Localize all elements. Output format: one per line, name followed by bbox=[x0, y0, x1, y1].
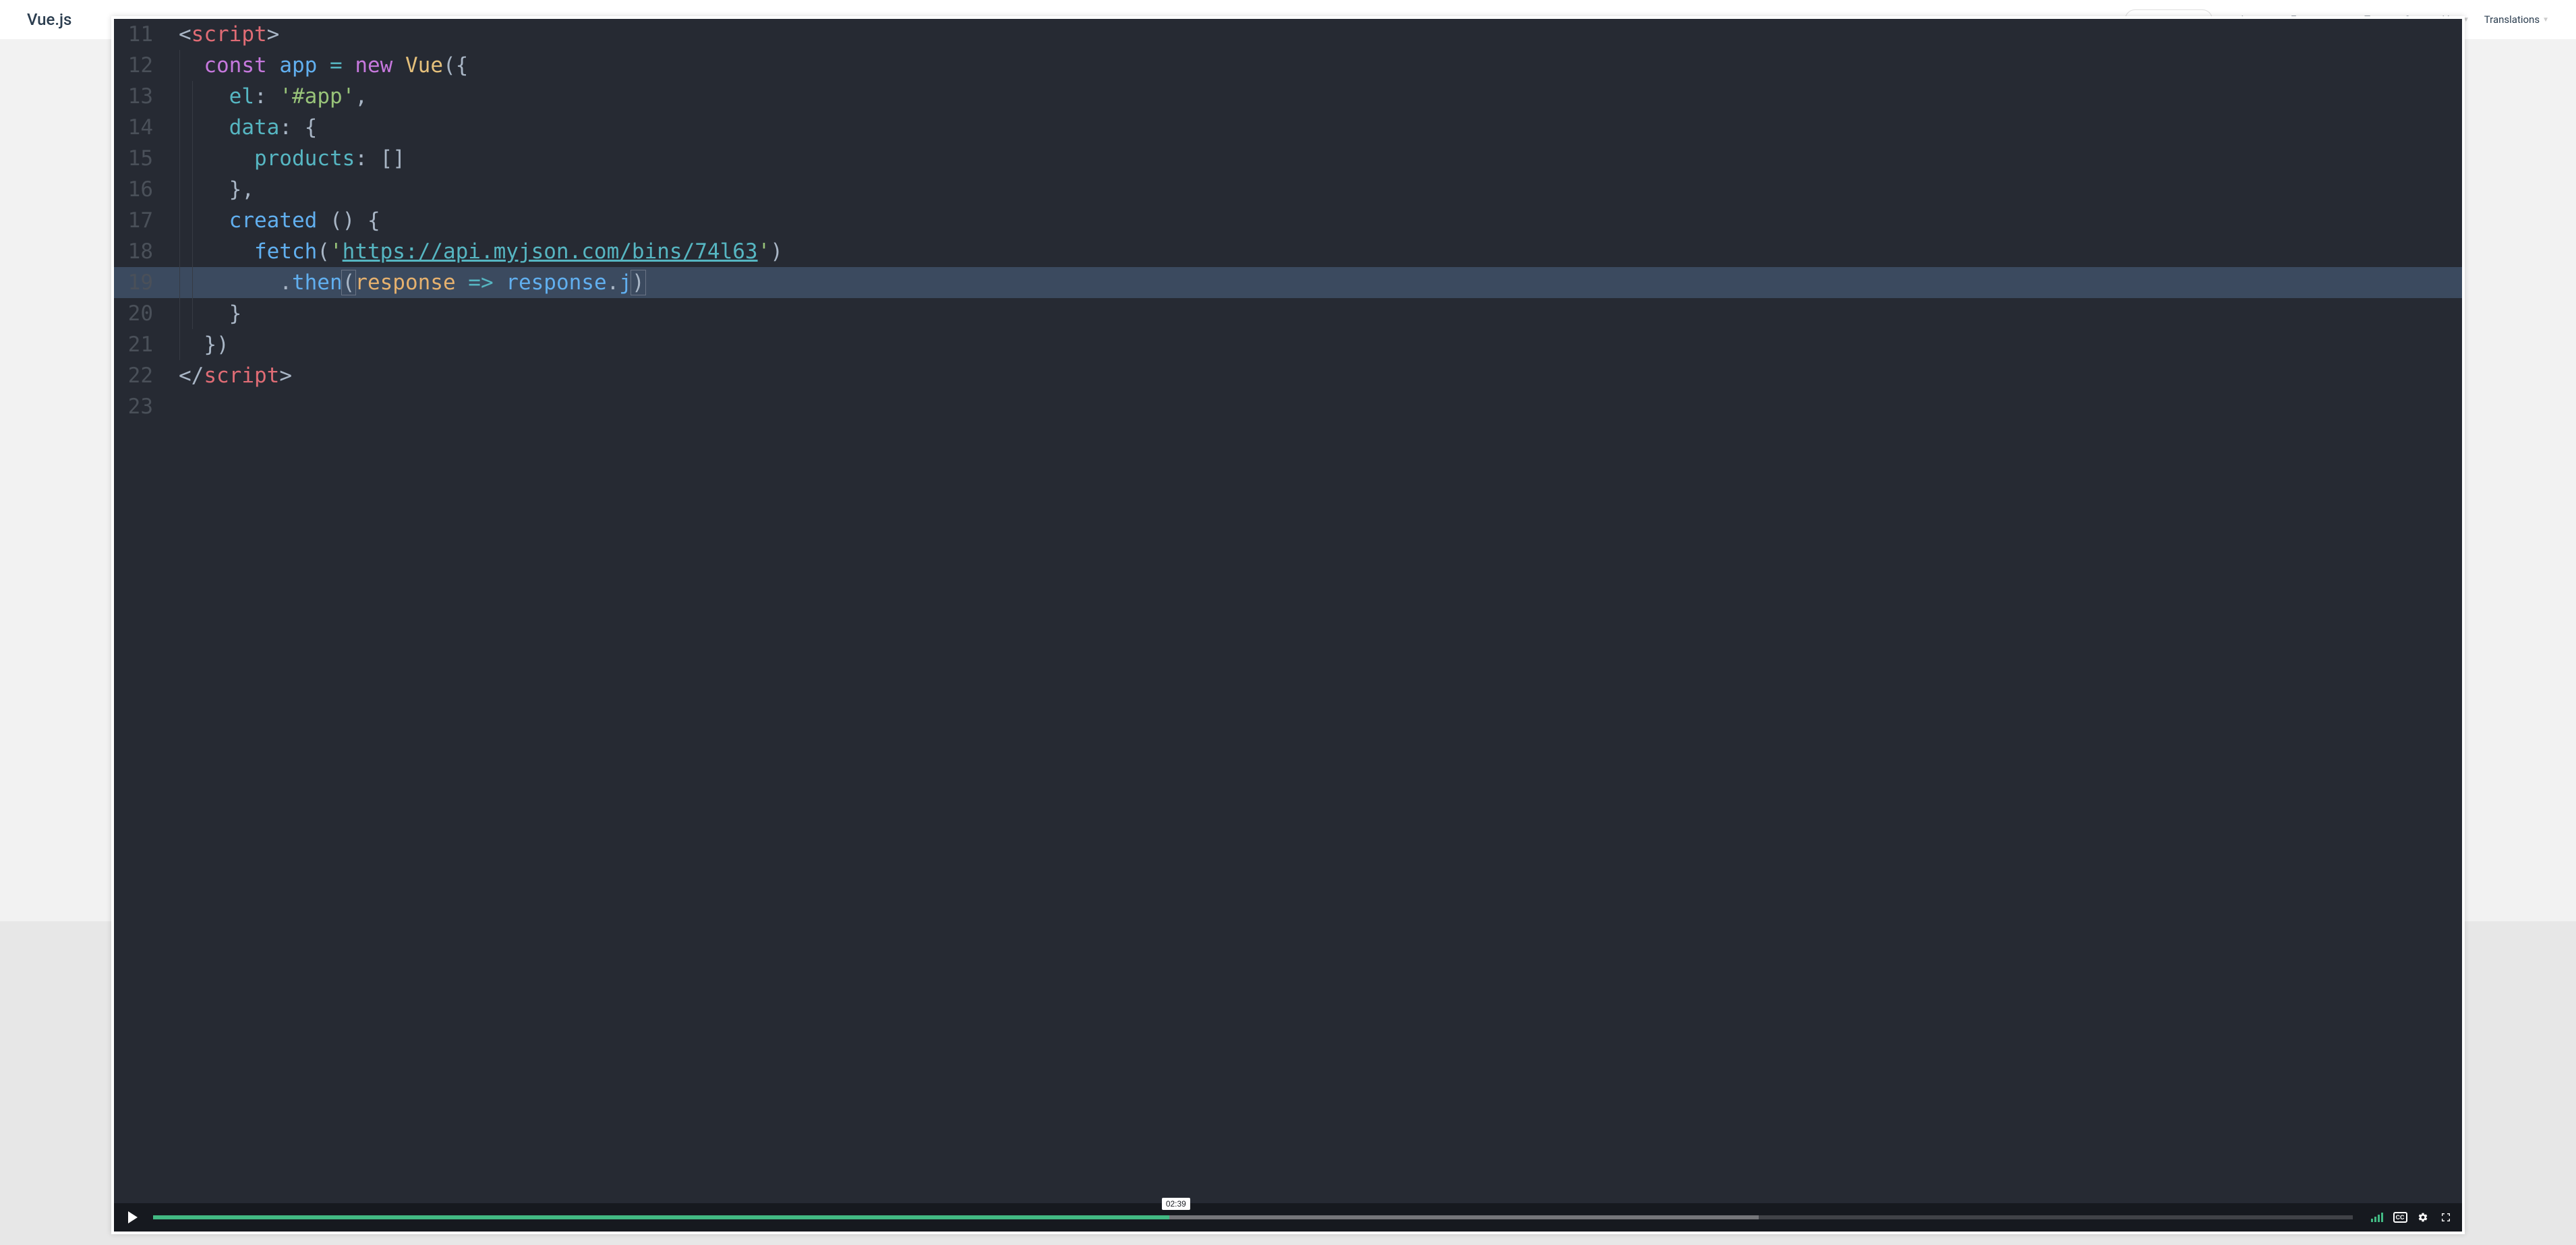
nav-item-translations[interactable]: Translations▼ bbox=[2484, 13, 2549, 26]
nav-item-label: Translations bbox=[2484, 13, 2540, 26]
line-number: 15 bbox=[114, 146, 165, 171]
line-number: 16 bbox=[114, 177, 165, 202]
line-number: 11 bbox=[114, 22, 165, 47]
code-line: 12 const app = new Vue({ bbox=[114, 50, 2462, 81]
video-progress-bar[interactable]: 02:39 bbox=[153, 1215, 2353, 1219]
line-number: 20 bbox=[114, 301, 165, 326]
chevron-down-icon: ▼ bbox=[2542, 16, 2549, 24]
code-content: data: { bbox=[165, 115, 317, 140]
code-content: <script> bbox=[165, 22, 279, 47]
code-content: el: '#app', bbox=[165, 84, 368, 109]
site-logo[interactable]: Vue.js bbox=[27, 10, 71, 29]
code-line: 20 } bbox=[114, 298, 2462, 329]
code-line: 19 .then(response => response.j) bbox=[114, 267, 2462, 298]
progress-played bbox=[153, 1215, 1169, 1219]
code-line: 16 }, bbox=[114, 174, 2462, 205]
code-content: const app = new Vue({ bbox=[165, 53, 468, 78]
line-number: 18 bbox=[114, 239, 165, 264]
code-line: 11<script> bbox=[114, 19, 2462, 50]
code-content: </script> bbox=[165, 364, 292, 388]
code-editor-view: 11<script>12 const app = new Vue({13 el:… bbox=[114, 19, 2462, 1232]
code-content: }, bbox=[165, 177, 254, 202]
settings-icon[interactable] bbox=[2415, 1209, 2431, 1225]
line-number: 17 bbox=[114, 208, 165, 233]
line-number: 21 bbox=[114, 332, 165, 357]
volume-icon[interactable] bbox=[2369, 1209, 2385, 1225]
code-line: 21 }) bbox=[114, 329, 2462, 360]
video-player-frame: 11<script>12 const app = new Vue({13 el:… bbox=[111, 16, 2465, 1234]
code-line: 18 fetch('https://api.myjson.com/bins/74… bbox=[114, 236, 2462, 267]
time-tooltip: 02:39 bbox=[1162, 1198, 1190, 1210]
play-button[interactable] bbox=[122, 1207, 144, 1228]
code-content: .then(response => response.j) bbox=[165, 270, 645, 295]
code-line: 14 data: { bbox=[114, 112, 2462, 143]
code-content: products: [] bbox=[165, 146, 405, 171]
code-content: } bbox=[165, 301, 241, 326]
video-controls-bar: 02:39 CC bbox=[114, 1203, 2462, 1232]
fullscreen-icon[interactable] bbox=[2438, 1209, 2454, 1225]
line-number: 23 bbox=[114, 395, 165, 419]
code-line: 15 products: [] bbox=[114, 143, 2462, 174]
cc-button[interactable]: CC bbox=[2392, 1209, 2408, 1225]
code-line: 13 el: '#app', bbox=[114, 81, 2462, 112]
code-line: 17 created () { bbox=[114, 205, 2462, 236]
line-number: 19 bbox=[114, 270, 165, 295]
code-content: }) bbox=[165, 332, 229, 357]
line-number: 13 bbox=[114, 84, 165, 109]
play-icon bbox=[128, 1211, 138, 1223]
line-number: 12 bbox=[114, 53, 165, 78]
code-line: 22</script> bbox=[114, 360, 2462, 391]
line-number: 22 bbox=[114, 364, 165, 388]
line-number: 14 bbox=[114, 115, 165, 140]
code-content: created () { bbox=[165, 208, 380, 233]
code-content: fetch('https://api.myjson.com/bins/74l63… bbox=[165, 239, 783, 264]
code-line: 23 bbox=[114, 391, 2462, 422]
